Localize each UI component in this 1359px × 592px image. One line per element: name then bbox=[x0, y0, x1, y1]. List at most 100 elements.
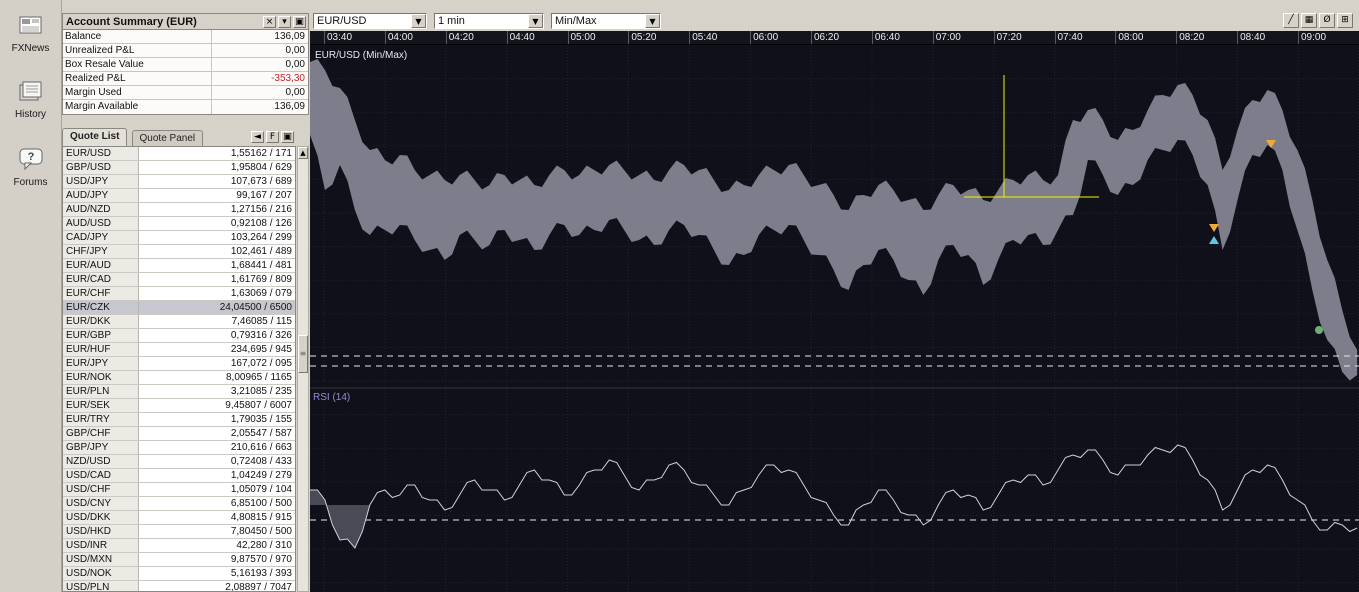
quote-row[interactable]: EUR/TRY 1,79035 / 155 bbox=[63, 413, 295, 427]
quote-row[interactable]: EUR/SEK 9,45807 / 6007 bbox=[63, 399, 295, 413]
history-icon bbox=[17, 80, 45, 104]
popout-icon[interactable]: ▣ bbox=[293, 16, 306, 28]
quote-row[interactable]: GBP/USD 1,95804 / 629 bbox=[63, 161, 295, 175]
quote-pair: USD/JPY bbox=[63, 175, 139, 188]
quote-rate: 0,92108 / 126 bbox=[139, 217, 295, 230]
chevron-down-icon[interactable]: ▾ bbox=[278, 16, 291, 28]
quote-pair: EUR/CHF bbox=[63, 287, 139, 300]
quote-row[interactable]: EUR/PLN 3,21085 / 235 bbox=[63, 385, 295, 399]
grid-icon[interactable]: ▦ bbox=[1301, 13, 1317, 28]
quote-row[interactable]: USD/NOK 5,16193 / 393 bbox=[63, 567, 295, 581]
collapse-left-icon[interactable]: ◄ bbox=[251, 131, 264, 143]
time-tick-label: 04:20 bbox=[446, 31, 507, 44]
account-row-label: Balance bbox=[63, 30, 212, 43]
quote-pair: GBP/JPY bbox=[63, 441, 139, 454]
popout-icon[interactable]: ▣ bbox=[281, 131, 294, 143]
quote-row[interactable]: EUR/HUF 234,695 / 945 bbox=[63, 343, 295, 357]
quote-pair: EUR/DKK bbox=[63, 315, 139, 328]
chart-type-select[interactable]: Min/Max ▼ bbox=[551, 13, 661, 29]
quote-rate: 1,04249 / 279 bbox=[139, 469, 295, 482]
interval-select[interactable]: 1 min ▼ bbox=[434, 13, 544, 29]
filter-button[interactable]: F bbox=[266, 131, 279, 143]
account-summary-row: Realized P&L -353,30 bbox=[63, 72, 308, 86]
chart-region: EUR/USD ▼ 1 min ▼ Min/Max ▼ ╱ ▦ Ø ⊞ bbox=[310, 0, 1359, 592]
quote-row[interactable]: EUR/JPY 167,072 / 095 bbox=[63, 357, 295, 371]
quote-row[interactable]: USD/INR 42,280 / 310 bbox=[63, 539, 295, 553]
quote-row[interactable]: EUR/NOK 8,00965 / 1165 bbox=[63, 371, 295, 385]
quote-rate: 2,08897 / 7047 bbox=[139, 581, 295, 592]
quote-row[interactable]: USD/JPY 107,673 / 689 bbox=[63, 175, 295, 189]
draw-line-icon[interactable]: ╱ bbox=[1283, 13, 1299, 28]
quote-row[interactable]: AUD/USD 0,92108 / 126 bbox=[63, 217, 295, 231]
quote-row[interactable]: USD/PLN 2,08897 / 7047 bbox=[63, 581, 295, 592]
chevron-down-icon[interactable]: ▼ bbox=[528, 14, 543, 28]
quote-panel: Quote List Quote Panel ◄ F ▣ EUR/USD 1,5… bbox=[62, 128, 309, 592]
quote-pair: AUD/USD bbox=[63, 217, 139, 230]
account-summary-row: Margin Available 136,09 bbox=[63, 100, 308, 114]
quote-row[interactable]: EUR/AUD 1,68441 / 481 bbox=[63, 259, 295, 273]
quote-row[interactable]: USD/CHF 1,05079 / 104 bbox=[63, 483, 295, 497]
quote-pair: EUR/HUF bbox=[63, 343, 139, 356]
quote-row[interactable]: EUR/CHF 1,63069 / 079 bbox=[63, 287, 295, 301]
close-icon[interactable]: × bbox=[263, 16, 276, 28]
chart-canvas[interactable]: EUR/USD (Min/Max) RSI (14) bbox=[310, 45, 1359, 592]
quote-rate: 3,21085 / 235 bbox=[139, 385, 295, 398]
quote-rate: 103,264 / 299 bbox=[139, 231, 295, 244]
price-chart[interactable] bbox=[310, 45, 1359, 592]
chevron-down-icon[interactable]: ▼ bbox=[411, 14, 426, 28]
quote-rate: 1,61769 / 809 bbox=[139, 273, 295, 286]
quote-row[interactable]: USD/MXN 9,87570 / 970 bbox=[63, 553, 295, 567]
quote-pair: USD/INR bbox=[63, 539, 139, 552]
chevron-down-icon[interactable]: ▼ bbox=[645, 14, 660, 28]
settings-icon[interactable]: ⊞ bbox=[1337, 13, 1353, 28]
quote-rate: 1,79035 / 155 bbox=[139, 413, 295, 426]
quote-row[interactable]: GBP/CHF 2,05547 / 587 bbox=[63, 427, 295, 441]
quote-rate: 1,05079 / 104 bbox=[139, 483, 295, 496]
quote-row[interactable]: EUR/CZK 24,04500 / 6500 bbox=[63, 301, 295, 315]
tab-quote-list[interactable]: Quote List bbox=[62, 128, 127, 146]
quote-row[interactable]: AUD/NZD 1,27156 / 216 bbox=[63, 203, 295, 217]
quote-row[interactable]: AUD/JPY 99,167 / 207 bbox=[63, 189, 295, 203]
scrollbar-thumb[interactable]: ≡ bbox=[298, 335, 308, 373]
time-tick-label: 04:40 bbox=[507, 31, 568, 44]
time-tick-label: 05:20 bbox=[628, 31, 689, 44]
quote-row[interactable]: NZD/USD 0,72408 / 433 bbox=[63, 455, 295, 469]
quote-rate: 102,461 / 489 bbox=[139, 245, 295, 258]
quote-row[interactable]: CHF/JPY 102,461 / 489 bbox=[63, 245, 295, 259]
quote-pair: USD/DKK bbox=[63, 511, 139, 524]
account-summary-row: Unrealized P&L 0,00 bbox=[63, 44, 308, 58]
quote-pair: USD/NOK bbox=[63, 567, 139, 580]
time-axis-spacer bbox=[310, 31, 324, 44]
quote-row[interactable]: EUR/USD 1,55162 / 171 bbox=[63, 147, 295, 161]
quote-row[interactable]: USD/DKK 4,80815 / 915 bbox=[63, 511, 295, 525]
average-icon[interactable]: Ø bbox=[1319, 13, 1335, 28]
symbol-select[interactable]: EUR/USD ▼ bbox=[313, 13, 427, 29]
sidebar-item-fxnews[interactable]: FXNews bbox=[0, 14, 61, 54]
quote-row[interactable]: GBP/JPY 210,616 / 663 bbox=[63, 441, 295, 455]
quote-pair: CAD/JPY bbox=[63, 231, 139, 244]
quote-row[interactable]: USD/CNY 6,85100 / 500 bbox=[63, 497, 295, 511]
quote-row[interactable]: EUR/DKK 7,46085 / 115 bbox=[63, 315, 295, 329]
chart-title: EUR/USD (Min/Max) bbox=[315, 50, 407, 61]
quote-pair: EUR/JPY bbox=[63, 357, 139, 370]
account-summary-header: Account Summary (EUR) × ▾ ▣ bbox=[63, 14, 308, 30]
svg-text:?: ? bbox=[27, 151, 34, 163]
quote-row[interactable]: EUR/CAD 1,61769 / 809 bbox=[63, 273, 295, 287]
sidebar-item-history[interactable]: History bbox=[0, 80, 61, 120]
tab-quote-panel[interactable]: Quote Panel bbox=[132, 130, 204, 146]
quote-list-scrollbar[interactable]: ▲ ≡ bbox=[297, 146, 309, 592]
time-tick-label: 06:40 bbox=[872, 31, 933, 44]
account-summary-row: Box Resale Value 0,00 bbox=[63, 58, 308, 72]
quote-pair: USD/CNY bbox=[63, 497, 139, 510]
time-tick-label: 09:00 bbox=[1298, 31, 1359, 44]
account-row-value: 0,00 bbox=[212, 58, 308, 71]
account-row-label: Realized P&L bbox=[63, 72, 212, 85]
quote-row[interactable]: EUR/GBP 0,79316 / 326 bbox=[63, 329, 295, 343]
sidebar-item-forums[interactable]: ? Forums bbox=[0, 146, 61, 188]
scroll-up-icon[interactable]: ▲ bbox=[298, 147, 308, 159]
quote-row[interactable]: USD/HKD 7,80450 / 500 bbox=[63, 525, 295, 539]
quote-rate: 0,72408 / 433 bbox=[139, 455, 295, 468]
quote-row[interactable]: CAD/JPY 103,264 / 299 bbox=[63, 231, 295, 245]
account-summary-panel: Account Summary (EUR) × ▾ ▣ Balance 136,… bbox=[62, 13, 309, 115]
quote-row[interactable]: USD/CAD 1,04249 / 279 bbox=[63, 469, 295, 483]
